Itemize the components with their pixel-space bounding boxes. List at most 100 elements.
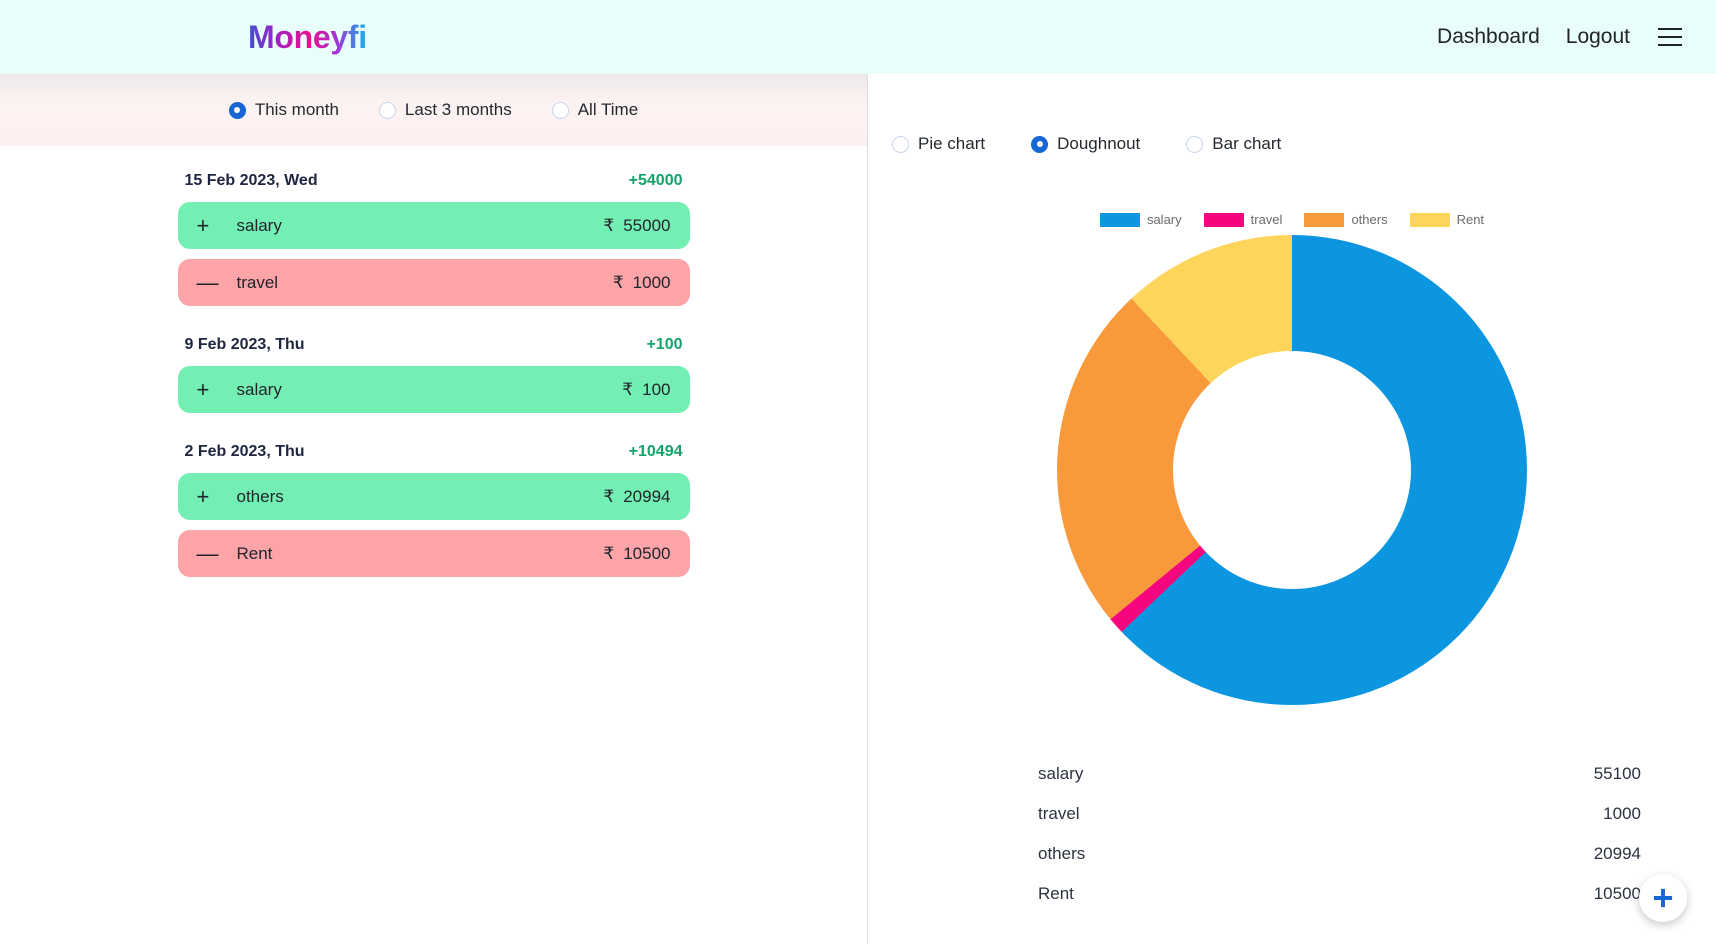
transaction-group-header: 15 Feb 2023, Wed +54000 <box>178 172 690 190</box>
transaction-day-total: +10494 <box>628 443 683 460</box>
summary-label: travel <box>1038 804 1080 823</box>
radio-indicator[interactable] <box>228 101 246 119</box>
summary-value: 55100 <box>1593 764 1641 783</box>
hamburger-icon[interactable] <box>1658 28 1682 46</box>
chart-type-doughnout[interactable]: Doughnout <box>1031 134 1140 154</box>
transaction-list[interactable]: 15 Feb 2023, Wed +54000 + salary ₹55000 — trav… <box>0 146 867 944</box>
legend-color-swatch <box>1203 212 1244 227</box>
transaction-row[interactable]: + others ₹20994 <box>177 473 690 520</box>
transaction-day-total: +54000 <box>628 172 683 189</box>
transaction-amount: ₹10500 <box>603 544 670 564</box>
transaction-amount: ₹55000 <box>603 216 670 236</box>
top-navbar: Moneyfi Dashboard Logout <box>0 0 1716 74</box>
transaction-row[interactable]: — travel ₹1000 <box>177 259 690 306</box>
radio-label: Bar chart <box>1212 134 1282 153</box>
amount-value: 1000 <box>632 272 671 292</box>
radio-label: Pie chart <box>918 134 986 153</box>
legend-color-swatch <box>1099 212 1140 227</box>
plus-icon: + <box>196 483 210 509</box>
plus-icon <box>1653 888 1673 908</box>
legend-item[interactable]: travel <box>1203 212 1283 227</box>
radio-label: Last 3 months <box>404 100 512 119</box>
transaction-amount: ₹1000 <box>613 273 671 293</box>
minus-icon: — <box>196 540 219 566</box>
summary-label: others <box>1038 844 1086 863</box>
legend-item[interactable]: salary <box>1099 212 1182 227</box>
summary-row: others 20994 <box>1038 834 1641 874</box>
chart-type-bar-chart[interactable]: Bar chart <box>1186 134 1281 154</box>
transaction-row[interactable]: + salary ₹100 <box>177 366 690 413</box>
summary-value: 20994 <box>1593 844 1641 863</box>
legend-color-swatch <box>1304 212 1345 227</box>
legend-item[interactable]: others <box>1304 212 1388 227</box>
currency-symbol: ₹ <box>603 486 615 506</box>
radio-indicator[interactable] <box>378 101 396 119</box>
transaction-amount: ₹20994 <box>603 487 670 507</box>
filter-option-all-time[interactable]: All Time <box>551 100 639 120</box>
radio-indicator[interactable] <box>1031 135 1049 153</box>
legend-label: others <box>1351 212 1388 227</box>
chart-pane: Pie chart Doughnout Bar chart salary travel… <box>868 74 1716 944</box>
transaction-group: 15 Feb 2023, Wed +54000 + salary ₹55000 — trav… <box>0 172 867 306</box>
radio-indicator[interactable] <box>892 135 909 153</box>
app-logo[interactable]: Moneyfi <box>248 19 367 56</box>
transaction-group-header: 2 Feb 2023, Thu +10494 <box>178 443 690 461</box>
transaction-category: salary <box>236 379 282 399</box>
doughnut-chart[interactable] <box>1057 235 1527 705</box>
summary-row: salary 55100 <box>1038 754 1641 794</box>
legend-color-swatch <box>1409 212 1450 227</box>
transactions-pane: This month Last 3 months All Time 15 Feb 2… <box>0 74 868 944</box>
transaction-date: 15 Feb 2023, Wed <box>184 172 318 189</box>
chart-type-selector: Pie chart Doughnout Bar chart <box>868 74 1716 154</box>
transaction-category: Rent <box>236 543 273 563</box>
transaction-row[interactable]: — Rent ₹10500 <box>177 530 690 577</box>
currency-symbol: ₹ <box>612 272 624 292</box>
transaction-category: travel <box>236 272 279 292</box>
transaction-category: salary <box>236 215 282 235</box>
transaction-date: 9 Feb 2023, Thu <box>184 336 305 353</box>
legend-item[interactable]: Rent <box>1409 212 1485 227</box>
nav-link-dashboard[interactable]: Dashboard <box>1437 25 1540 49</box>
plus-icon: + <box>196 376 210 402</box>
main-content: This month Last 3 months All Time 15 Feb 2… <box>0 74 1716 944</box>
nav-link-logout[interactable]: Logout <box>1566 25 1630 49</box>
transaction-amount: ₹100 <box>622 380 670 400</box>
amount-value: 55000 <box>623 215 671 235</box>
transaction-date: 2 Feb 2023, Thu <box>184 443 305 460</box>
radio-indicator[interactable] <box>551 101 569 119</box>
transaction-row[interactable]: + salary ₹55000 <box>177 202 690 249</box>
period-filter-bar: This month Last 3 months All Time <box>0 74 867 146</box>
chart-legend: salary travel others Rent <box>868 154 1716 227</box>
legend-label: travel <box>1250 212 1283 227</box>
summary-row: Rent 10500 <box>1038 874 1641 914</box>
currency-symbol: ₹ <box>603 215 615 235</box>
amount-value: 10500 <box>623 543 671 563</box>
summary-label: Rent <box>1038 884 1074 903</box>
plus-icon: + <box>196 212 210 238</box>
legend-label: salary <box>1146 212 1182 227</box>
currency-symbol: ₹ <box>622 379 634 399</box>
chart-type-pie-chart[interactable]: Pie chart <box>892 134 985 154</box>
transaction-group-header: 9 Feb 2023, Thu +100 <box>178 336 690 354</box>
navbar-links: Dashboard Logout <box>1437 25 1682 49</box>
summary-value: 1000 <box>1603 804 1641 823</box>
currency-symbol: ₹ <box>603 543 615 563</box>
filter-option-this-month[interactable]: This month <box>228 100 339 120</box>
chart-area: salary travel others Rent <box>868 154 1716 705</box>
transaction-group: 2 Feb 2023, Thu +10494 + others ₹20994 — Rent ₹… <box>0 443 867 577</box>
category-summary-table: salary 55100 travel 1000 others 20994 Rent 1050… <box>1038 754 1641 914</box>
transaction-category: others <box>236 486 284 506</box>
add-transaction-button[interactable] <box>1639 874 1687 922</box>
amount-value: 100 <box>642 379 671 399</box>
legend-label: Rent <box>1456 212 1485 227</box>
radio-indicator[interactable] <box>1186 135 1204 153</box>
radio-label: This month <box>254 100 339 119</box>
summary-row: travel 1000 <box>1038 794 1641 834</box>
radio-label: Doughnout <box>1057 134 1141 153</box>
transaction-group: 9 Feb 2023, Thu +100 + salary ₹100 <box>0 336 867 413</box>
filter-option-last-3-months[interactable]: Last 3 months <box>378 100 512 120</box>
hamburger-bar <box>1658 44 1682 46</box>
radio-label: All Time <box>577 100 639 119</box>
amount-value: 20994 <box>623 486 671 506</box>
hamburger-bar <box>1658 28 1682 30</box>
